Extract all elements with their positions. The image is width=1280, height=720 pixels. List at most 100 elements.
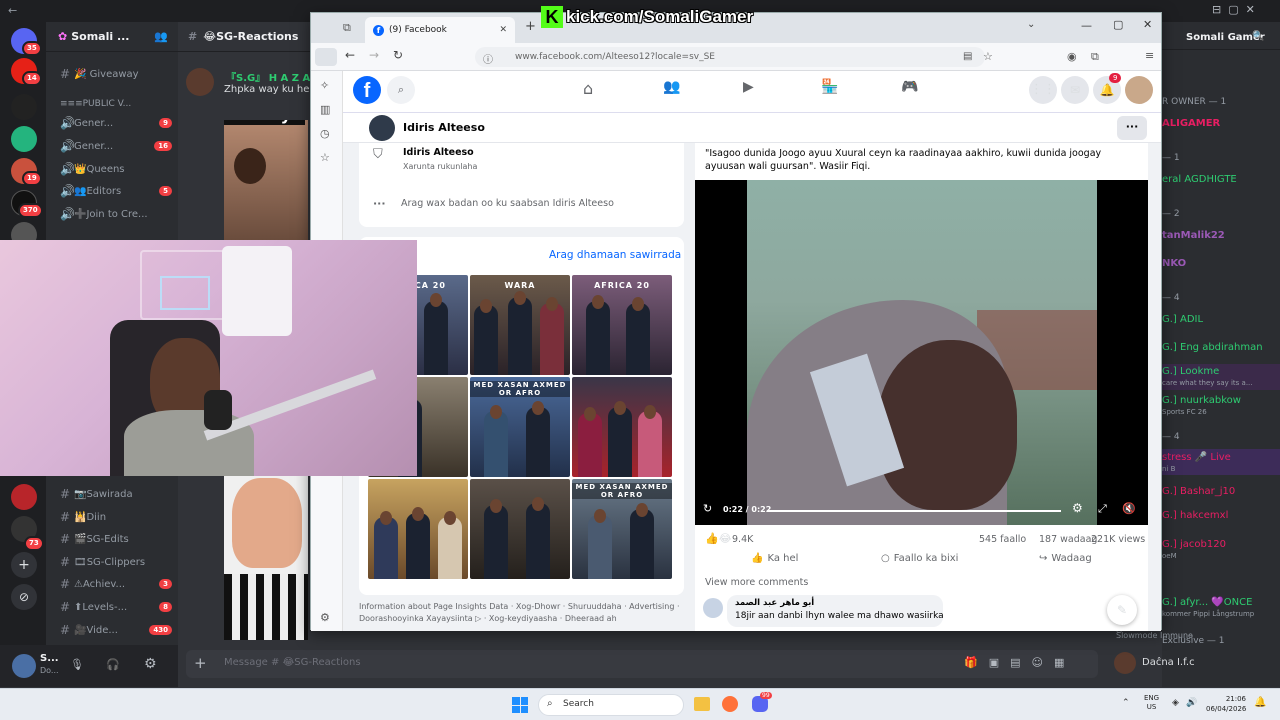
back-arrow-icon[interactable]: ← [8,4,17,17]
member-row[interactable]: stress 🎤 Live [1162,452,1231,463]
mute-icon[interactable]: 🔇 [1122,502,1136,515]
fullscreen-icon[interactable]: ⤢ [1098,502,1107,516]
intro-name[interactable]: Idiris Alteeso [403,147,474,158]
close-tab-icon[interactable]: ✕ [499,25,507,35]
language-indicator[interactable]: ENG US [1144,694,1159,712]
replay-icon[interactable]: ↻ [703,502,712,515]
photo-thumbnail[interactable]: MED XASAN AXMED OR AFRO [572,479,672,579]
message-author[interactable]: 『S.G』 H A Z A [226,69,310,84]
maximize-button[interactable]: ▢ [1113,18,1123,31]
gear-icon[interactable]: ⚙ [1072,501,1083,515]
avatar[interactable] [12,654,36,678]
see-more-about[interactable]: Arag wax badan oo ku saabsan Idiris Alte… [401,198,614,209]
channel-item[interactable]: # 🎉 Giveaway [60,64,178,84]
member-row[interactable]: G.] Bashar_j10 [1162,486,1235,497]
view-more-comments[interactable]: View more comments [705,577,808,588]
share-button[interactable]: ↪ Wadaag [1039,553,1092,564]
member-row[interactable]: ALIGAMER [1162,118,1220,129]
tab-list-icon[interactable]: ⧉ [343,21,351,35]
reaction-count[interactable]: 9.4K [732,534,753,545]
search-icon[interactable]: 🔍 [1252,31,1264,42]
network-icon[interactable]: ◈ [1172,698,1179,708]
photo-thumbnail[interactable] [368,479,468,579]
microphone-icon[interactable]: 🎙 [70,658,84,671]
start-icon[interactable] [512,697,528,713]
photo-thumbnail[interactable]: WARA [470,275,570,375]
see-all-photos-link[interactable]: Arag dhamaan sawirrada [549,249,681,261]
more-options-icon[interactable]: ··· [1117,116,1147,140]
channel-item[interactable]: # ⬆ Levels-... 8 [60,597,178,617]
avatar[interactable] [1114,652,1136,674]
member-row[interactable]: G.] Lookme [1162,366,1219,377]
member-row[interactable]: G.] afyr... 💜ONCE [1162,597,1252,608]
url-field[interactable]: www.facebook.com/Alteeso12?locale=sv_SE [475,47,985,67]
video-icon[interactable]: ▶ [743,79,754,95]
member-row[interactable]: G.] nuurkabkow [1162,395,1241,406]
taskbar-search[interactable]: ⌕ Search [538,694,684,716]
voice-channel[interactable]: 🔊 Gener... 9 [60,113,178,133]
menu-grid-icon[interactable]: ⋮⋮ [1029,76,1057,104]
voice-channel[interactable]: 🔊 👥 Editors 5 [60,181,178,201]
extensions-icon[interactable]: ⧉ [1091,50,1099,64]
server-icon[interactable] [11,126,37,152]
photo-thumbnail[interactable] [572,377,672,477]
profile-avatar[interactable] [1125,76,1153,104]
video-progress-track[interactable] [767,510,1061,512]
clock[interactable]: 21:06 06/04/2026 [1206,694,1246,714]
messenger-icon[interactable]: ✉ [1061,76,1089,104]
search-icon[interactable]: ⌕ [387,76,415,104]
comments-count[interactable]: 545 faallo [979,534,1026,545]
file-explorer-icon[interactable] [694,697,710,711]
home-icon[interactable]: ⌂ [583,79,593,98]
member-row[interactable]: G.] ADIL [1162,314,1203,325]
server-icon[interactable] [11,484,37,510]
chevron-down-icon[interactable]: ⌄ [1027,19,1035,30]
settings-icon[interactable]: ⚙ [320,611,330,624]
channel-item[interactable]: # 📷 Sawirada [60,484,178,504]
tray-chevron-icon[interactable]: ⌃ [1122,698,1130,708]
plus-icon[interactable]: + [194,654,207,672]
server-header[interactable]: ✿ Somali ... 👥 [46,22,178,52]
firefox-icon[interactable] [722,696,738,712]
notifications-icon[interactable]: 🔔 [1254,697,1266,708]
category-header[interactable]: ≡≡≡ PUBLIC V... [60,94,178,114]
member-row[interactable]: G.] Eng abdirahman [1162,342,1263,353]
page-avatar[interactable] [369,115,395,141]
shares-count[interactable]: 187 wadaag [1039,534,1097,545]
forward-icon[interactable]: → [369,48,379,62]
profile-name[interactable]: Idiris Alteeso [403,121,485,134]
member-row[interactable]: G.] hakcemxl [1162,510,1228,521]
member-row[interactable]: NKO [1162,258,1186,269]
ai-icon[interactable]: ✧ [320,79,329,92]
page-footer-links[interactable]: Information about Page Insights Data · X… [359,601,684,625]
back-icon[interactable]: ← [345,48,355,62]
account-icon[interactable]: ◉ [1067,50,1077,63]
compose-icon[interactable]: ✎ [1107,595,1137,625]
volume-icon[interactable]: 🔊 [1186,698,1197,708]
member-row[interactable]: Daĉna I.f.c [1142,657,1195,668]
message-input[interactable]: + Message # 😂SG-Reactions 🎁▣▤☺▦ [186,650,1098,678]
gaming-icon[interactable]: 🎮 [901,79,918,95]
photo-thumbnail[interactable]: MED XASAN AXMED OR AFRO [470,377,570,477]
server-icon[interactable] [11,94,37,120]
add-server-icon[interactable]: + [11,552,37,578]
message-tools-icons[interactable]: 🎁▣▤☺▦ [964,656,1075,669]
facebook-logo-icon[interactable]: f [353,76,381,104]
reading-list-icon[interactable]: ▥ [320,103,330,116]
photo-thumbnail[interactable]: AFRICA 20 [572,275,672,375]
member-row[interactable]: G.] jacob120 [1162,539,1226,550]
reader-icon[interactable]: ▤ [963,51,972,62]
photo-thumbnail[interactable] [470,479,570,579]
star-icon[interactable]: ☆ [983,50,993,63]
history-icon[interactable]: ◷ [320,127,330,140]
marketplace-icon[interactable]: 🏪 [821,79,838,95]
like-button[interactable]: 👍 Ka hel [751,553,798,564]
comment-author[interactable]: أبو ماهر عبد الصمد [735,598,814,608]
comment-button[interactable]: ○ Faallo ka bixi [881,553,958,564]
commenter-avatar[interactable] [703,598,723,618]
channel-item[interactable]: # 🎬 SG-Edits [60,529,178,549]
channel-item[interactable]: # 🎞 SG-Clippers [60,552,178,572]
video-player[interactable]: ↻ 0:22 / 0:22 ⚙ ⤢ 🔇 [695,180,1148,525]
add-member-icon[interactable]: 👥 [154,30,168,43]
channel-item[interactable]: # ⚠ Achiev... 3 [60,574,178,594]
